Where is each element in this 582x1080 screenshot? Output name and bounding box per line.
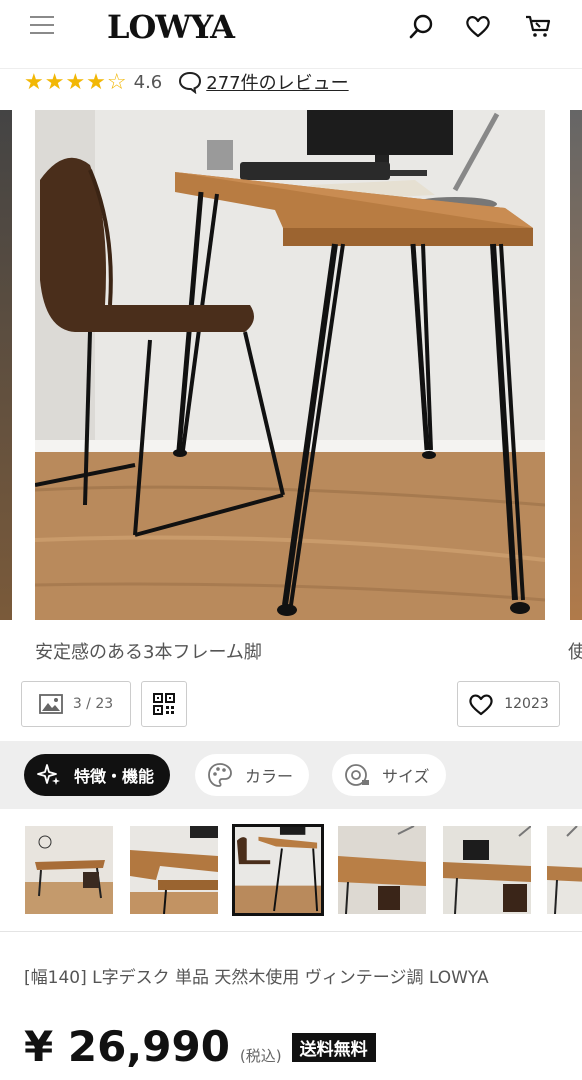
next-slide-peek[interactable] xyxy=(570,110,582,620)
favorite-button[interactable]: 12023 xyxy=(457,681,560,727)
qr-code-button[interactable] xyxy=(141,681,187,727)
site-logo[interactable]: LOWYA xyxy=(107,8,235,46)
gallery-counter: 3 / 23 xyxy=(72,696,114,712)
product-title: [幅140] L字デスク 単品 天然木使用 ヴィンテージ調 LOWYA xyxy=(24,968,489,988)
image-icon xyxy=(38,694,63,714)
price-row: ¥ 26,990 (税込) 送料無料 xyxy=(24,1022,376,1071)
site-header: LOWYA xyxy=(0,0,582,52)
palette-icon xyxy=(208,763,232,787)
favorite-count: 12023 xyxy=(504,696,549,712)
comment-icon xyxy=(179,71,202,94)
tab-color[interactable]: カラー xyxy=(195,754,310,796)
tab-size[interactable]: サイズ xyxy=(332,754,446,796)
section-divider xyxy=(0,931,582,932)
rating-value: 4.6 xyxy=(133,71,163,93)
thumbnail-1[interactable] xyxy=(25,826,113,914)
product-main-photo[interactable] xyxy=(35,110,545,620)
thumbnail-4[interactable] xyxy=(338,826,426,914)
tab-features-label: 特徴・機能 xyxy=(74,767,155,786)
reviews-link[interactable]: 277件のレビュー xyxy=(178,69,349,95)
free-shipping-badge: 送料無料 xyxy=(291,1033,376,1062)
measure-icon xyxy=(345,764,369,786)
tax-note: (税込) xyxy=(239,1047,282,1065)
thumbnail-6[interactable] xyxy=(547,826,582,914)
rating-row: ★★★★☆ 4.6 277件のレビュー xyxy=(24,66,349,98)
tab-size-label: サイズ xyxy=(382,767,430,786)
sparkle-icon xyxy=(37,764,60,785)
previous-slide-peek[interactable] xyxy=(0,110,12,620)
next-caption-peek: 使 xyxy=(568,642,582,663)
rating-stars: ★★★★☆ xyxy=(24,69,128,95)
search-icon[interactable] xyxy=(408,12,436,40)
tab-color-label: カラー xyxy=(245,767,294,786)
heart-outline-icon xyxy=(469,694,493,716)
feature-tab-bar: 特徴・機能 カラー サイズ xyxy=(0,741,582,809)
thumbnail-5[interactable] xyxy=(443,826,531,914)
gallery-counter-button[interactable]: 3 / 23 xyxy=(21,681,131,727)
menu-icon[interactable] xyxy=(30,16,54,36)
photo-caption: 安定感のある3本フレーム脚 xyxy=(35,642,262,663)
tab-features[interactable]: 特徴・機能 xyxy=(24,754,171,796)
thumbnail-strip xyxy=(0,824,582,918)
product-price: ¥ 26,990 xyxy=(24,1022,230,1071)
thumbnail-3[interactable] xyxy=(232,824,324,916)
heart-icon[interactable] xyxy=(464,12,492,40)
cart-icon[interactable] xyxy=(524,12,552,40)
qr-code-icon xyxy=(153,693,175,715)
reviews-count[interactable]: 277件のレビュー xyxy=(206,69,348,95)
thumbnail-2[interactable] xyxy=(130,826,218,914)
